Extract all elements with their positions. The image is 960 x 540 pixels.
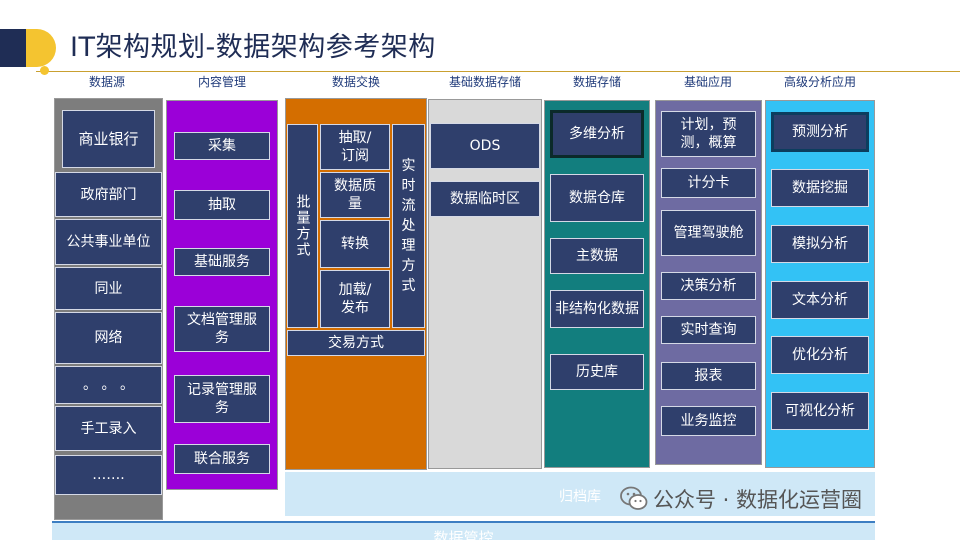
storage-master-data: 主数据 xyxy=(550,238,644,274)
exchange-extract-subscribe: 抽取/订阅 xyxy=(320,124,390,170)
watermark-text: 公众号 · 数据化运营圈 xyxy=(653,488,863,512)
exchange-data-quality: 数据质量 xyxy=(320,172,390,218)
source-network: 网络 xyxy=(55,312,162,364)
storage-history: 历史库 xyxy=(550,354,644,390)
content-extract: 抽取 xyxy=(174,190,270,220)
exchange-load-label: 加载/发布 xyxy=(338,282,372,316)
colhead-data-storage: 数据存储 xyxy=(572,75,621,89)
source-commercial-bank: 商业银行 xyxy=(62,110,155,168)
colhead-base-apps: 基础应用 xyxy=(683,75,732,89)
page-title: IT架构规划-数据架构参考架构 xyxy=(70,32,436,63)
source-manual-entry: 手工录入 xyxy=(55,406,162,451)
colhead-content-mgmt: 内容管理 xyxy=(197,75,246,89)
exchange-transform: 转换 xyxy=(320,220,390,268)
colhead-adv-apps: 高级分析应用 xyxy=(783,75,856,89)
exchange-batch-label: 批量方式 xyxy=(294,194,311,258)
app-business-monitoring: 业务监控 xyxy=(661,406,756,436)
storage-data-warehouse: 数据仓库 xyxy=(550,174,644,222)
source-peer: 同业 xyxy=(55,267,162,310)
adv-predictive: 预测分析 xyxy=(771,112,869,152)
source-more: ……. xyxy=(55,455,162,495)
content-federation-service: 联合服务 xyxy=(174,444,270,474)
adv-visualization: 可视化分析 xyxy=(771,392,869,430)
app-realtime-query: 实时查询 xyxy=(661,316,756,344)
adv-simulation: 模拟分析 xyxy=(771,225,869,263)
colhead-exchange: 数据交换 xyxy=(331,75,380,89)
governance-label: 数据管控 xyxy=(433,529,494,540)
storage-staging-area: 数据临时区 xyxy=(430,181,540,217)
exchange-quality-label: 数据质量 xyxy=(334,178,376,212)
app-decision-analysis: 决策分析 xyxy=(661,272,756,300)
storage-unstructured: 非结构化数据 xyxy=(550,290,644,328)
exchange-load-publish: 加载/发布 xyxy=(320,270,390,328)
wechat-icon xyxy=(620,486,648,510)
header-rule xyxy=(36,71,960,72)
source-utilities: 公共事业单位 xyxy=(55,219,162,265)
app-reports: 报表 xyxy=(661,362,756,390)
governance-band: 数据管控 xyxy=(52,521,875,540)
colhead-base-storage: 基础数据存储 xyxy=(448,75,521,89)
exchange-transaction-mode: 交易方式 xyxy=(287,330,425,356)
content-base-service: 基础服务 xyxy=(174,248,270,276)
app-cockpit: 管理驾驶舱 xyxy=(661,210,756,256)
app-planning-forecast: 计划，预测，概算 xyxy=(661,111,756,157)
adv-optimization: 优化分析 xyxy=(771,336,869,374)
adv-text-analysis: 文本分析 xyxy=(771,281,869,319)
header-accent-gold xyxy=(26,29,56,67)
header-dot xyxy=(40,66,49,75)
storage-ods: ODS xyxy=(430,123,540,169)
adv-data-mining: 数据挖掘 xyxy=(771,169,869,207)
source-ellipsis: 。 。 。 xyxy=(55,366,162,404)
exchange-realtime-mode: 实时流处理方式 xyxy=(392,124,425,328)
content-document-service: 文档管理服务 xyxy=(174,306,270,352)
colhead-data-source: 数据源 xyxy=(88,75,125,89)
app-scorecard: 计分卡 xyxy=(661,168,756,198)
exchange-realtime-label: 实时流处理方式 xyxy=(401,158,416,294)
exchange-extract-label: 抽取/订阅 xyxy=(338,130,372,164)
content-collect: 采集 xyxy=(174,132,270,160)
source-government: 政府部门 xyxy=(55,172,162,217)
storage-olap: 多维分析 xyxy=(550,110,644,158)
content-records-service: 记录管理服务 xyxy=(174,375,270,423)
exchange-batch-mode: 批量方式 xyxy=(287,124,318,328)
